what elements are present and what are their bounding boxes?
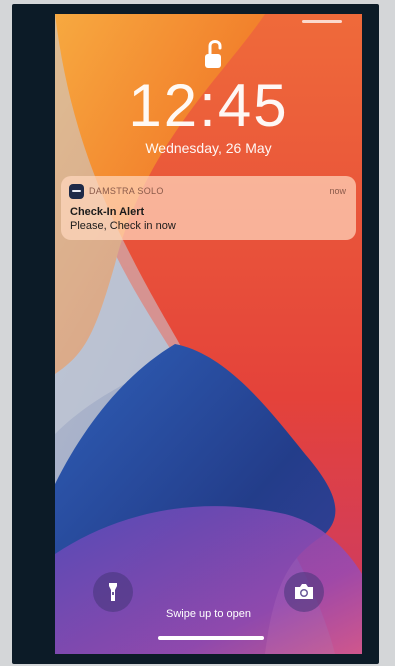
swipe-up-hint: Swipe up to open bbox=[165, 608, 251, 620]
lock-screen-date: Wednesday, 26 May bbox=[145, 140, 272, 156]
lock-screen-time: 12:45 bbox=[128, 72, 289, 139]
lock-screen: 12:45 Wednesday, 26 May DAMSTRA SOLO now… bbox=[55, 14, 362, 654]
notification-app-name: DAMSTRA SOLO bbox=[89, 186, 164, 196]
notification-card[interactable]: DAMSTRA SOLO now Check-In Alert Please, … bbox=[61, 176, 356, 240]
notification-title: Check-In Alert bbox=[70, 206, 145, 218]
flashlight-button[interactable] bbox=[93, 572, 133, 612]
camera-button[interactable] bbox=[284, 572, 324, 612]
home-indicator[interactable] bbox=[158, 636, 264, 640]
flashlight-icon bbox=[109, 583, 117, 601]
notification-body: Please, Check in now bbox=[70, 220, 176, 232]
status-bar-indicator bbox=[302, 20, 342, 23]
unlocked-padlock-icon bbox=[205, 40, 222, 68]
camera-icon bbox=[295, 584, 313, 599]
notification-time: now bbox=[329, 186, 346, 196]
damstra-app-icon bbox=[69, 184, 84, 199]
